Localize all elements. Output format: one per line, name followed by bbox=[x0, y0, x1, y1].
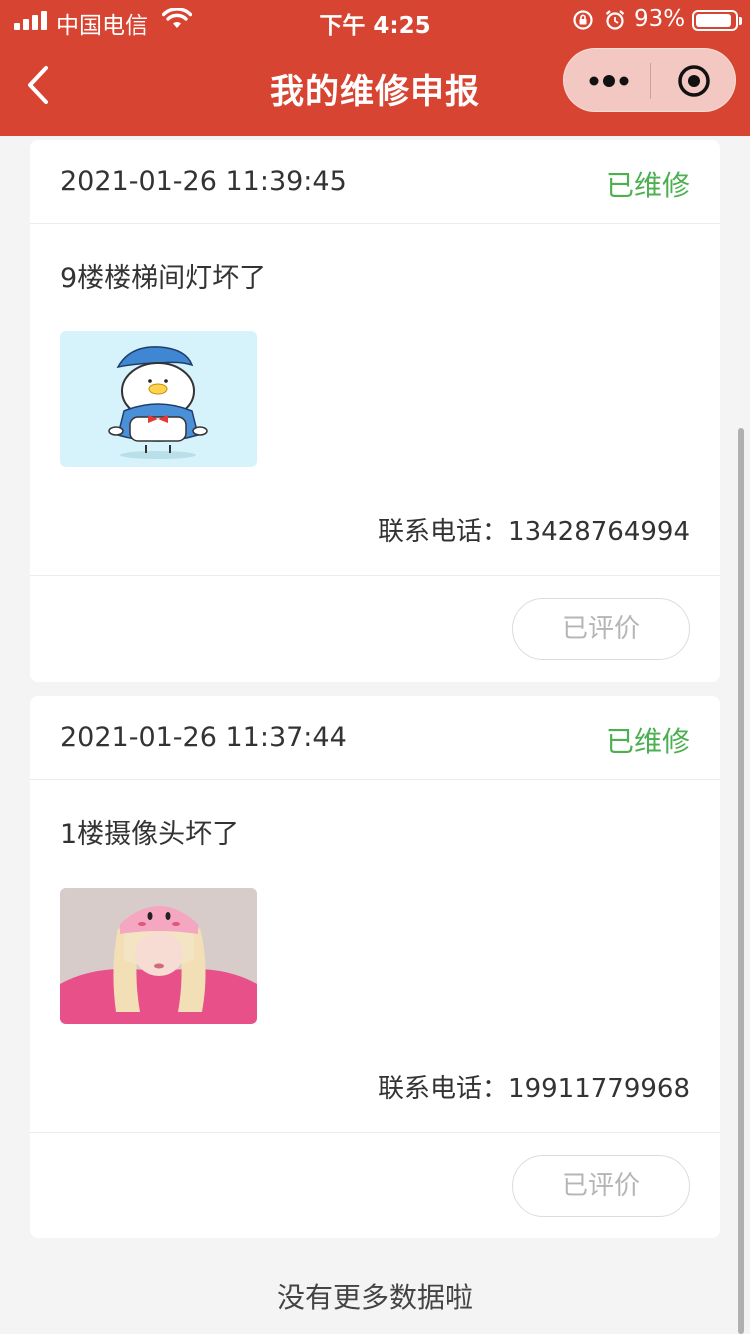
miniprogram-capsule bbox=[563, 48, 736, 112]
contact-phone: 联系电话：13428764994 bbox=[378, 511, 690, 548]
alarm-icon bbox=[605, 10, 625, 30]
girl-pink-hat-photo[interactable] bbox=[60, 888, 257, 1024]
rotation-lock-icon bbox=[573, 10, 593, 30]
record-datetime: 2021-01-26 11:37:44 bbox=[60, 722, 347, 753]
card-header: 2021-01-26 11:37:44 已维修 bbox=[30, 696, 720, 780]
record-description: 1楼摄像头坏了 bbox=[60, 819, 240, 850]
girl-pink-hat-illustration bbox=[60, 888, 257, 1024]
repair-record-card: 2021-01-26 11:39:45 已维修 9楼楼梯间灯坏了 联系电话：13… bbox=[30, 140, 720, 682]
card-header: 2021-01-26 11:39:45 已维修 bbox=[30, 140, 720, 224]
phone-label: 联系电话： bbox=[378, 1074, 509, 1104]
battery-icon bbox=[692, 10, 742, 31]
duck-cartoon-illustration bbox=[108, 346, 208, 459]
more-dots-icon[interactable] bbox=[586, 69, 632, 93]
status-bar: 中国电信 下午 4:25 93% bbox=[0, 0, 750, 40]
repair-record-card: 2021-01-26 11:37:44 已维修 1楼摄像头坏了 联系电话：199… bbox=[30, 696, 720, 1238]
rated-button[interactable]: 已评价 bbox=[512, 1155, 690, 1217]
capsule-divider bbox=[650, 63, 651, 99]
card-divider bbox=[30, 1132, 720, 1133]
scrollbar[interactable] bbox=[738, 428, 744, 1334]
phone-number: 13428764994 bbox=[508, 517, 690, 547]
status-badge: 已维修 bbox=[605, 725, 690, 758]
duck-cartoon-image[interactable] bbox=[60, 331, 257, 467]
record-description: 9楼楼梯间灯坏了 bbox=[60, 263, 267, 294]
record-datetime: 2021-01-26 11:39:45 bbox=[60, 166, 347, 197]
status-badge: 已维修 bbox=[605, 169, 690, 202]
battery-percent: 93% bbox=[634, 6, 686, 32]
card-divider bbox=[30, 575, 720, 576]
phone-label: 联系电话： bbox=[378, 517, 509, 547]
contact-phone: 联系电话：19911779968 bbox=[378, 1068, 690, 1105]
app-header: 中国电信 下午 4:25 93% 我的维修申报 bbox=[0, 0, 750, 136]
no-more-data-label: 没有更多数据啦 bbox=[276, 1281, 473, 1314]
phone-number: 19911779968 bbox=[508, 1074, 690, 1104]
close-miniprogram-icon[interactable] bbox=[676, 63, 712, 99]
rated-button[interactable]: 已评价 bbox=[512, 598, 690, 660]
